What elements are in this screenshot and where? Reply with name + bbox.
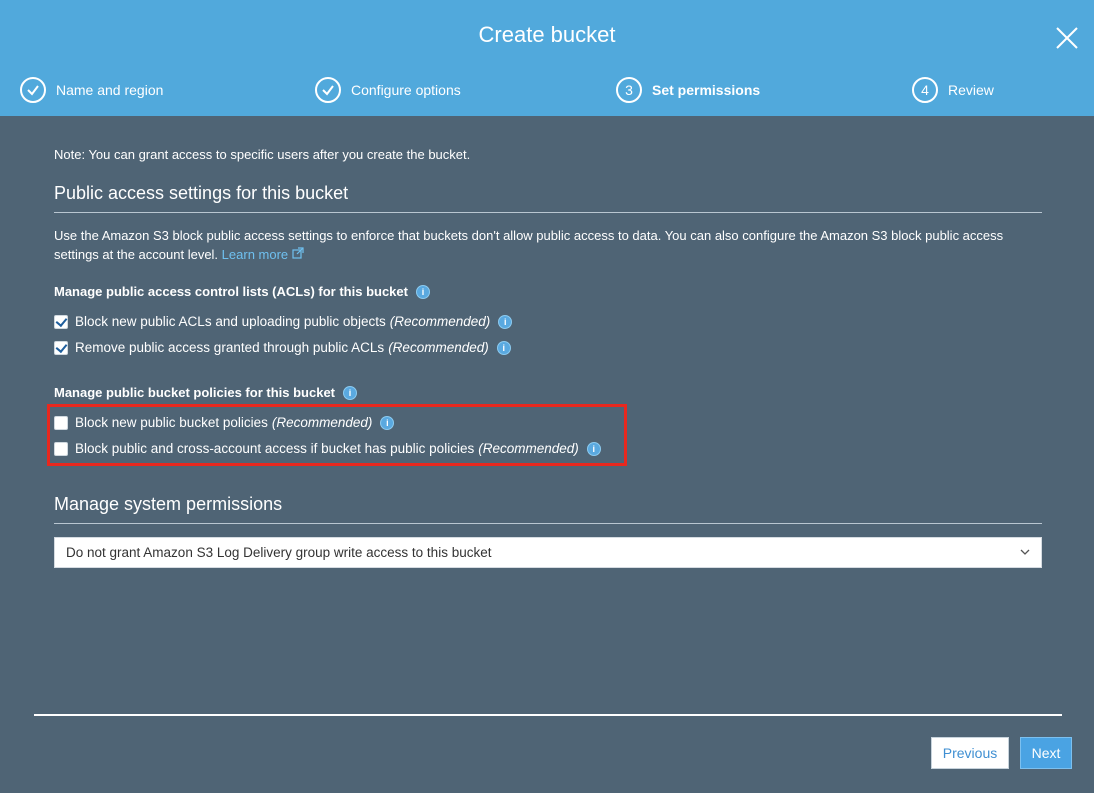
info-icon[interactable]: i — [498, 314, 513, 329]
step-name-and-region[interactable]: Name and region — [20, 76, 163, 104]
check-icon — [315, 77, 341, 103]
note-text: Note: You can grant access to specific u… — [54, 147, 471, 162]
option-label: Block public and cross-account access if… — [75, 441, 475, 456]
policy-option-block-cross-account[interactable]: Block public and cross-account access if… — [54, 441, 601, 456]
step-number: 4 — [912, 77, 938, 103]
highlight-box — [47, 404, 627, 466]
checkbox-checked[interactable] — [54, 340, 68, 355]
step-configure-options[interactable]: Configure options — [315, 76, 461, 104]
step-label: Set permissions — [652, 82, 761, 98]
wizard-header: Create bucket Name and region Configure … — [0, 0, 1094, 116]
check-icon — [20, 77, 46, 103]
divider — [54, 212, 1042, 213]
acl-heading: Manage public access control lists (ACLs… — [54, 284, 430, 299]
chevron-down-icon — [1019, 546, 1031, 561]
step-label: Name and region — [56, 82, 164, 98]
info-icon[interactable]: i — [343, 385, 357, 400]
divider — [54, 523, 1042, 524]
next-button[interactable]: Next — [1020, 737, 1072, 769]
page-title: Create bucket — [478, 22, 616, 47]
close-icon[interactable] — [1054, 25, 1080, 51]
checkbox-checked[interactable] — [54, 314, 68, 329]
step-number: 3 — [616, 77, 642, 103]
step-label: Review — [948, 82, 994, 98]
learn-more-label: Learn more — [221, 247, 289, 262]
acl-heading-text: Manage public access control lists (ACLs… — [54, 284, 408, 299]
policy-heading-text: Manage public bucket policies for this b… — [54, 385, 335, 400]
previous-button[interactable]: Previous — [931, 737, 1009, 769]
recommended-label: (Recommended) — [478, 441, 579, 456]
recommended-label: (Recommended) — [271, 415, 373, 430]
step-review[interactable]: 4 Review — [912, 76, 994, 104]
step-label: Configure options — [351, 82, 461, 98]
public-access-description: Use the Amazon S3 block public access se… — [54, 226, 1034, 264]
log-delivery-select[interactable]: Do not grant Amazon S3 Log Delivery grou… — [54, 537, 1042, 568]
recommended-label: (Recommended) — [388, 340, 489, 355]
system-permissions-title: Manage system permissions — [54, 494, 283, 514]
select-value: Do not grant Amazon S3 Log Delivery grou… — [66, 545, 492, 560]
learn-more-link[interactable]: Learn more — [222, 247, 304, 262]
acl-option-remove-public[interactable]: Remove public access granted through pub… — [54, 340, 511, 355]
policy-option-block-new[interactable]: Block new public bucket policies (Recomm… — [54, 415, 395, 430]
public-access-title: Public access settings for this bucket — [54, 183, 349, 203]
recommended-label: (Recommended) — [389, 314, 491, 329]
option-label: Block new public ACLs and uploading publ… — [75, 314, 386, 329]
option-label: Block new public bucket policies — [75, 415, 268, 430]
info-icon[interactable]: i — [496, 340, 511, 355]
info-icon[interactable]: i — [380, 415, 395, 430]
external-link-icon — [292, 247, 304, 262]
checkbox-unchecked[interactable] — [54, 441, 68, 456]
description-text: Use the Amazon S3 block public access se… — [54, 228, 1004, 262]
info-icon[interactable]: i — [586, 441, 601, 456]
info-icon[interactable]: i — [415, 284, 430, 299]
step-set-permissions[interactable]: 3 Set permissions — [616, 76, 760, 104]
policy-heading: Manage public bucket policies for this b… — [54, 385, 357, 400]
checkbox-unchecked[interactable] — [54, 415, 68, 430]
acl-option-block-new[interactable]: Block new public ACLs and uploading publ… — [54, 314, 513, 329]
option-label: Remove public access granted through pub… — [75, 340, 385, 355]
footer-divider — [34, 714, 1062, 716]
